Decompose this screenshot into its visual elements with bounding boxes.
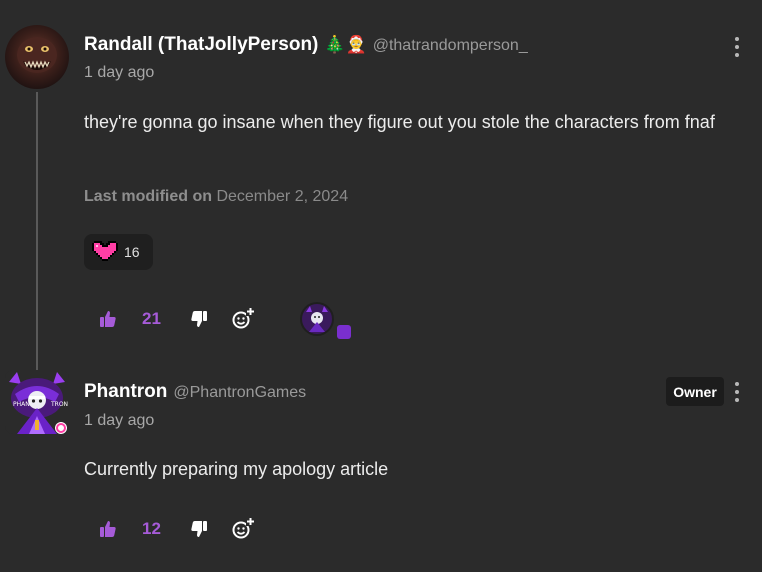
last-modified-date: December 2, 2024 xyxy=(216,188,349,205)
reaction-count: 16 xyxy=(124,244,140,260)
comment-text: Currently preparing my apology article xyxy=(84,459,389,479)
author-handle[interactable]: @thatrandomperson_ xyxy=(373,37,528,55)
author-line: Phantron @PhantronGames xyxy=(84,381,306,403)
add-reaction-icon xyxy=(232,307,255,329)
thumbs-up-icon xyxy=(100,521,116,537)
thumbs-down-icon xyxy=(191,311,207,327)
svg-text:PHAN: PHAN xyxy=(13,401,30,408)
last-modified-label: Last modified on xyxy=(84,188,212,205)
author-name[interactable]: Randall (ThatJollyPerson) xyxy=(84,34,318,56)
upvote-button[interactable] xyxy=(98,309,118,329)
last-modified: Last modified on December 2, 2024 xyxy=(84,188,348,206)
downvote-button[interactable] xyxy=(189,309,209,329)
svg-text:TRON: TRON xyxy=(50,401,68,408)
upvote-count: 21 xyxy=(142,309,161,328)
creator-reaction-avatar[interactable] xyxy=(300,302,334,336)
comment-timestamp: 1 day ago xyxy=(84,412,155,429)
author-handle[interactable]: @PhantronGames xyxy=(173,384,306,402)
pixel-heart-icon xyxy=(92,241,118,261)
reaction-chip[interactable]: 16 xyxy=(84,234,153,270)
upvote-count: 12 xyxy=(142,519,161,538)
add-reaction-button[interactable] xyxy=(231,307,255,331)
kebab-menu-icon[interactable] xyxy=(732,382,742,402)
downvote-button[interactable] xyxy=(189,519,209,539)
author-line: Randall (ThatJollyPerson) 🎄🤶 @thatrandom… xyxy=(84,34,528,56)
kebab-menu-icon[interactable] xyxy=(732,37,742,57)
thread-line xyxy=(36,92,38,370)
author-avatar[interactable] xyxy=(5,25,69,89)
thumbs-up-icon xyxy=(100,311,116,327)
comment-actions: 21 xyxy=(98,307,255,331)
comment-actions: 12 xyxy=(98,517,255,541)
creator-badge-icon xyxy=(337,325,351,339)
author-avatar[interactable]: PHAN TRON xyxy=(5,370,69,434)
thumbs-down-icon xyxy=(191,521,207,537)
comment-timestamp: 1 day ago xyxy=(84,64,155,81)
add-reaction-icon xyxy=(232,517,255,539)
author-name[interactable]: Phantron xyxy=(84,381,167,403)
comment-text: they're gonna go insane when they figure… xyxy=(84,112,715,132)
add-reaction-button[interactable] xyxy=(231,517,255,541)
owner-badge: Owner xyxy=(666,377,724,406)
author-emojis: 🎄🤶 xyxy=(324,35,367,54)
upvote-button[interactable] xyxy=(98,519,118,539)
